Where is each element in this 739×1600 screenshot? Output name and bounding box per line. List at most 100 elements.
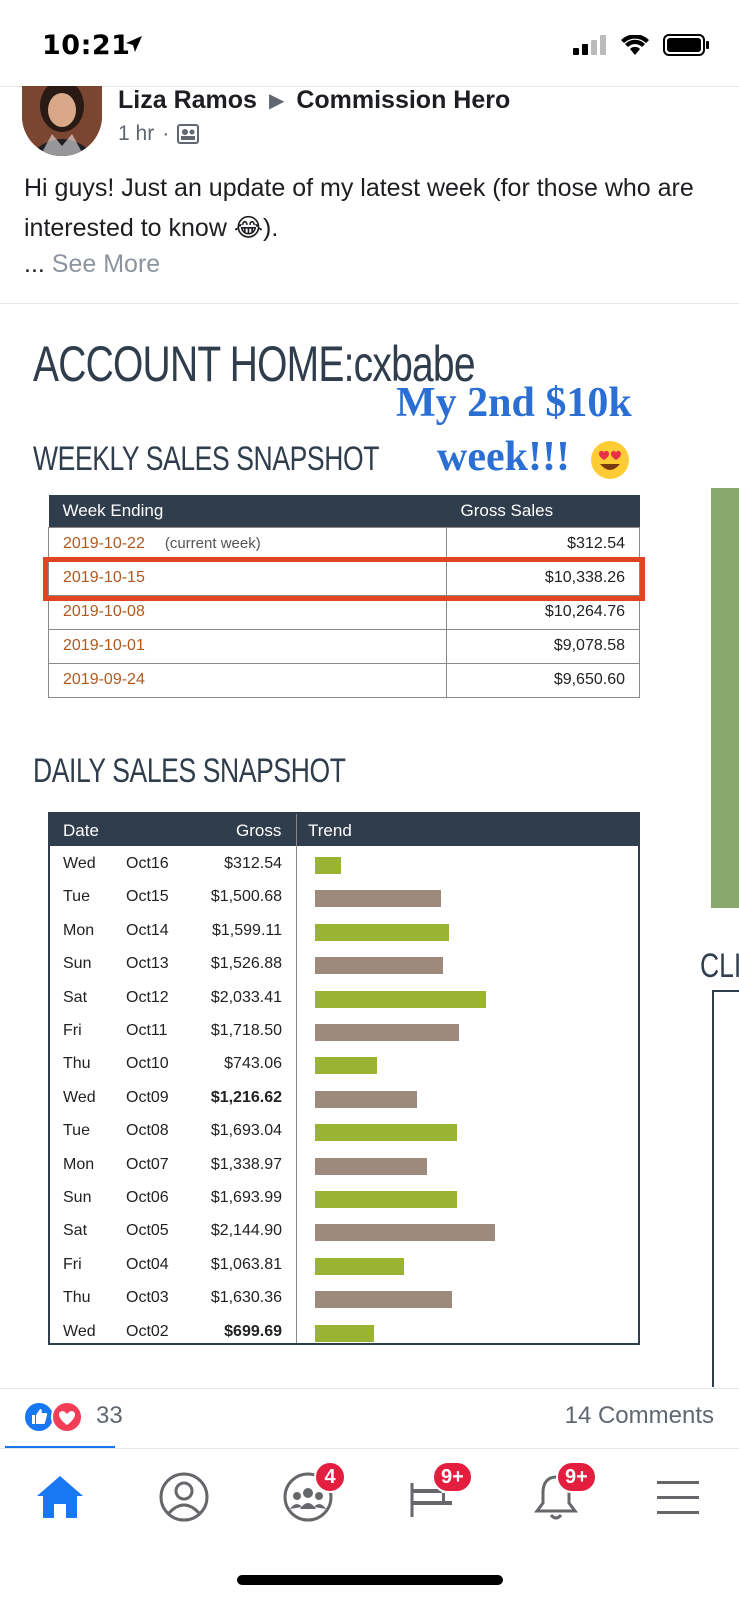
daily-date: Oct04 [126, 1255, 169, 1273]
table-row: Thu Oct10 $743.06 [50, 1047, 638, 1080]
reaction-count[interactable]: 33 [96, 1402, 123, 1430]
daily-day: Wed [63, 1322, 96, 1340]
post-time[interactable]: 1 hr [118, 122, 154, 146]
daily-gross: $699.69 [224, 1322, 282, 1340]
avatar[interactable] [22, 86, 102, 156]
table-row: Sat Oct05 $2,144.90 [50, 1214, 638, 1247]
daily-date: Oct06 [126, 1189, 169, 1206]
watch-badge: 9+ [432, 1461, 473, 1493]
daily-day: Fri [63, 1255, 82, 1273]
trend-bar [315, 890, 441, 908]
nav-profile[interactable] [154, 1467, 214, 1527]
group-name[interactable]: Commission Hero [296, 86, 510, 115]
trend-bar [315, 1157, 427, 1175]
nav-notifications[interactable]: 9+ [526, 1461, 597, 1527]
table-row: Tue Oct08 $1,693.04 [50, 1114, 638, 1147]
wifi-icon [621, 35, 649, 55]
cellular-signal-icon [573, 35, 606, 55]
daily-date: Oct09 [126, 1088, 169, 1106]
daily-sales-table: Date Gross Trend Wed Oct16 $312.54 Tue Oct15… [48, 812, 640, 1345]
daily-header-trend: Trend [308, 821, 352, 840]
highlight-box [43, 557, 645, 601]
trend-bar [315, 1024, 459, 1041]
trend-bar [315, 1224, 495, 1242]
daily-header-gross: Gross [236, 821, 282, 840]
see-more-label[interactable]: See More [52, 250, 160, 278]
comments-count[interactable]: 14 Comments [565, 1402, 714, 1430]
groups-badge: 4 [314, 1461, 346, 1493]
daily-date: Oct05 [126, 1222, 169, 1240]
trend-bar [315, 990, 486, 1008]
table-row: Thu Oct03 $1,630.36 [50, 1281, 638, 1314]
hamburger-menu-icon [657, 1481, 699, 1514]
post-header: Liza Ramos ▶ Commission Hero 1 hr · [0, 86, 739, 156]
author-name[interactable]: Liza Ramos [118, 86, 257, 115]
daily-day: Thu [63, 1055, 91, 1073]
table-row: Fri Oct11 $1,718.50 [50, 1014, 638, 1047]
status-time: 10:21 [42, 30, 131, 61]
daily-gross: $1,718.50 [210, 1022, 282, 1039]
love-reaction-icon [51, 1401, 83, 1433]
battery-icon [663, 34, 709, 56]
weekly-header-gross: Gross Sales [446, 495, 640, 527]
daily-date: Oct13 [126, 955, 169, 973]
table-row: Sun Oct13 $1,526.88 [50, 947, 638, 980]
daily-gross: $1,526.88 [210, 955, 282, 973]
side-heading-text: CLI [700, 947, 739, 985]
daily-date: Oct14 [126, 921, 169, 939]
table-row: 2019-09-24 $9,650.60 [48, 662, 640, 698]
table-row: Mon Oct14 $1,599.11 [50, 914, 638, 947]
nav-groups[interactable]: 4 [278, 1461, 346, 1527]
share-to-arrow-icon: ▶ [268, 90, 285, 112]
see-more-link[interactable]: ... See More [24, 250, 160, 279]
handwritten-note-line1: My 2nd $10k [396, 380, 632, 426]
location-arrow-icon [126, 36, 142, 52]
home-icon [37, 1476, 83, 1518]
daily-header-date: Date [63, 821, 99, 840]
home-indicator[interactable] [237, 1575, 503, 1585]
daily-date: Oct02 [126, 1322, 169, 1340]
daily-day: Wed [63, 1088, 96, 1106]
daily-gross: $1,216.62 [210, 1088, 282, 1106]
table-row: 2019-10-22 (current week) $312.54 [48, 526, 640, 562]
daily-date: Oct07 [126, 1155, 169, 1173]
table-row: Sat Oct12 $2,033.41 [50, 981, 638, 1014]
trend-bar [315, 857, 341, 874]
weekly-snapshot-title: WEEKLY SALES SNAPSHOT [33, 440, 380, 478]
daily-date: Oct11 [126, 1022, 168, 1039]
daily-gross: $312.54 [224, 855, 282, 872]
reactions-bar: 33 14 Comments [0, 1392, 739, 1442]
meta-separator: · [162, 122, 170, 145]
reaction-icons[interactable] [22, 1400, 84, 1434]
handwritten-note-line2: week!!! [437, 433, 630, 481]
table-row: Wed Oct09 $1,216.62 [50, 1081, 638, 1114]
daily-date: Oct03 [126, 1289, 169, 1307]
trend-bar [315, 923, 449, 941]
daily-day: Fri [63, 1022, 82, 1039]
daily-snapshot-title: DAILY SALES SNAPSHOT [33, 752, 346, 790]
daily-day: Sat [63, 1222, 88, 1240]
table-row: 2019-10-01 $9,078.58 [48, 628, 640, 664]
post-image[interactable]: ACCOUNT HOME:cxbabe My 2nd $10k week!!! … [0, 305, 739, 1387]
nav-menu[interactable] [648, 1467, 708, 1527]
profile-icon [159, 1472, 209, 1522]
nav-watch[interactable]: 9+ [402, 1461, 473, 1527]
status-bar: 10:21 [0, 0, 739, 86]
trend-bar [315, 1257, 404, 1275]
table-row: Wed Oct02 $699.69 [50, 1315, 638, 1348]
daily-gross: $2,144.90 [210, 1222, 282, 1240]
notifications-badge: 9+ [556, 1461, 597, 1493]
trend-bar [315, 957, 443, 975]
daily-day: Mon [63, 1155, 95, 1173]
group-audience-icon [177, 124, 200, 144]
table-row: Mon Oct07 $1,338.97 [50, 1148, 638, 1181]
bottom-nav: 4 9+ 9+ [0, 1448, 739, 1548]
daily-gross: $2,033.41 [210, 988, 282, 1006]
trend-bar [315, 1124, 457, 1142]
daily-date: Oct12 [126, 988, 169, 1006]
table-row: Tue Oct15 $1,500.68 [50, 880, 638, 913]
daily-day: Tue [63, 1122, 90, 1140]
daily-day: Thu [63, 1289, 91, 1307]
daily-day: Tue [63, 888, 90, 906]
nav-home[interactable] [30, 1467, 90, 1527]
